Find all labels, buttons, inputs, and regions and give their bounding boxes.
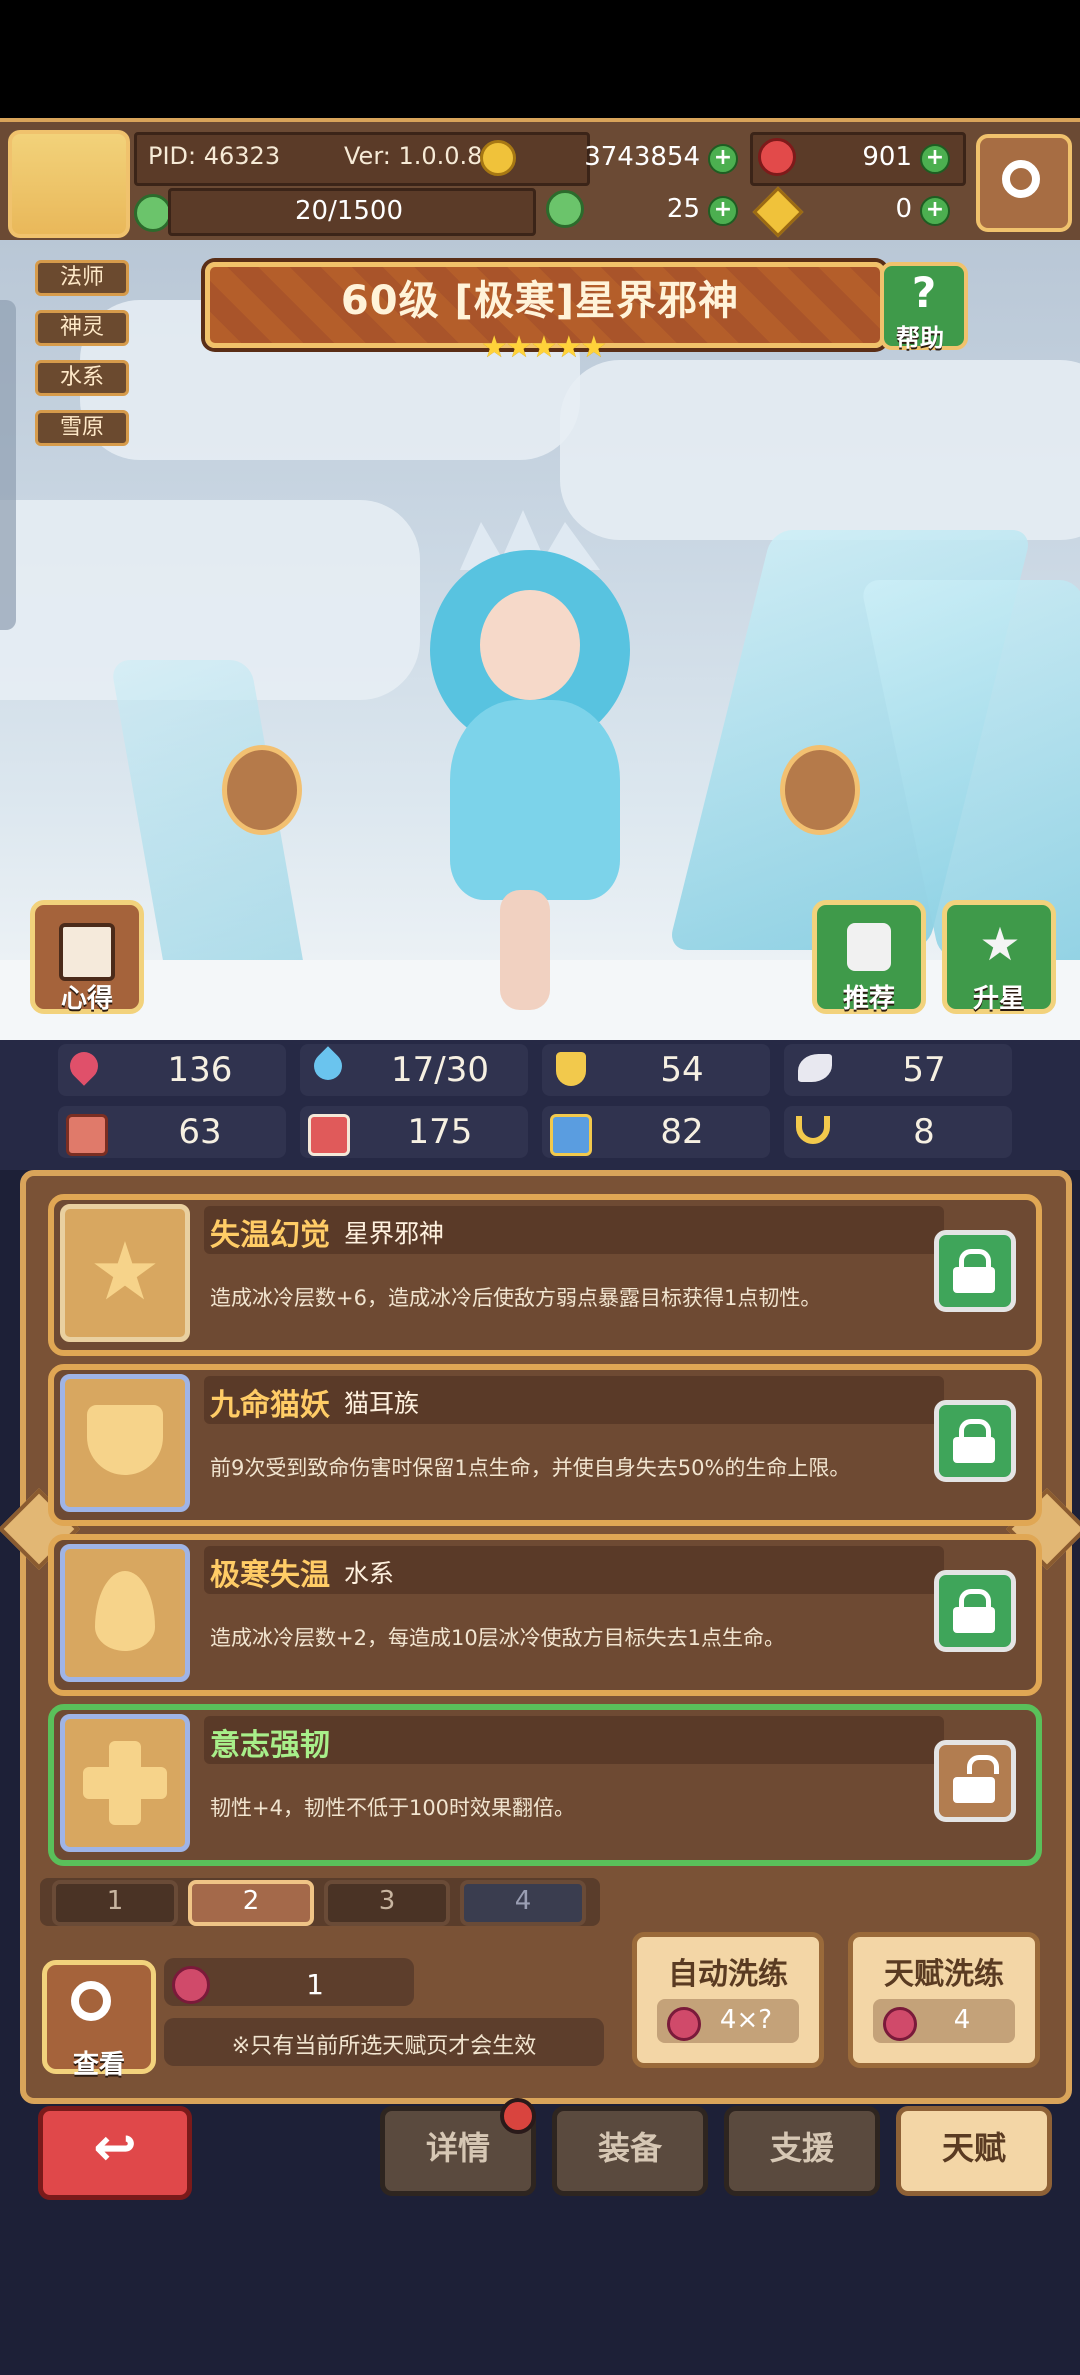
insight-label: 心得	[60, 984, 113, 1014]
tag-class: 法师	[35, 260, 129, 296]
page-tab-2[interactable]: 2	[188, 1880, 314, 1926]
star-icon: ★	[979, 917, 1021, 971]
boot-icon	[550, 1114, 592, 1156]
stat-mana: 17/30	[391, 1050, 489, 1090]
stat-speed: 57	[902, 1050, 946, 1090]
previous-hero-button[interactable]	[222, 745, 302, 835]
back-button[interactable]: ↩	[38, 2106, 192, 2200]
unlock-icon[interactable]	[934, 1740, 1016, 1822]
talent-type: 水系	[344, 1559, 395, 1588]
fruit-count: 1	[306, 1968, 324, 2001]
note-text: ※只有当前所选天赋页才会生效	[231, 2034, 537, 2059]
talent-card[interactable]: ★ 失温幻觉 星界邪神 造成冰冷层数+6，造成冰冷后使敌方弱点暴露目标获得1点韧…	[48, 1194, 1042, 1356]
talent-desc: 前9次受到致命伤害时保留1点生命，并使自身失去50%的生命上限。	[210, 1456, 851, 1480]
talent-name: 九命猫妖	[210, 1388, 330, 1423]
add-gem-button[interactable]: +	[920, 144, 950, 174]
gold-amount: 3743854	[584, 142, 700, 172]
flame-talent-icon	[60, 1544, 190, 1682]
scroll-icon	[59, 923, 115, 981]
stamina-value: 20/1500	[294, 196, 403, 226]
tag-race: 神灵	[35, 310, 129, 346]
talent-card[interactable]: 九命猫妖 猫耳族 前9次受到致命伤害时保留1点生命，并使自身失去50%的生命上限…	[48, 1364, 1042, 1526]
cross-talent-icon	[60, 1714, 190, 1852]
auto-train-button[interactable]: 自动洗练 4×?	[632, 1932, 824, 2068]
clover-amount: 25	[666, 194, 700, 224]
hero-title: 60级 [极寒]星界邪神	[340, 278, 740, 324]
lock-icon[interactable]	[934, 1400, 1016, 1482]
auto-train-cost: 4×?	[719, 2005, 773, 2035]
next-hero-button[interactable]	[780, 745, 860, 835]
talent-train-button[interactable]: 天赋洗练 4	[848, 1932, 1040, 2068]
talent-name: 意志强韧	[210, 1728, 330, 1763]
stat-attack: 63	[178, 1112, 222, 1152]
stat-magic: 175	[407, 1112, 473, 1152]
tag-terrain: 雪原	[35, 410, 129, 446]
fruit-icon	[883, 2007, 917, 2041]
version-label: Ver: 1.0.0.8	[344, 142, 483, 170]
back-arrow-icon: ↩	[93, 2118, 137, 2178]
nav-tab-talent[interactable]: 天赋	[896, 2106, 1052, 2196]
thumbs-up-icon	[847, 923, 891, 971]
stat-defense: 54	[660, 1050, 704, 1090]
fruit-icon	[172, 1966, 210, 2004]
talent-train-title: 天赋洗练	[884, 1957, 1004, 1992]
fist-icon	[66, 1114, 108, 1156]
nav-tab-support[interactable]: 支援	[724, 2106, 880, 2196]
tag-element: 水系	[35, 360, 129, 396]
view-label: 查看	[72, 2050, 125, 2080]
page-tab-1[interactable]: 1	[52, 1880, 178, 1926]
cat-talent-icon	[60, 1374, 190, 1512]
page-tab-4[interactable]: 4	[460, 1880, 586, 1926]
talent-type: 猫耳族	[344, 1389, 420, 1418]
fruit-icon	[667, 2007, 701, 2041]
stat-luck: 8	[913, 1112, 935, 1152]
upgrade-star-label: 升星	[972, 984, 1025, 1014]
lock-icon[interactable]	[934, 1570, 1016, 1652]
auto-train-title: 自动洗练	[668, 1957, 788, 1992]
add-clover-button[interactable]: +	[708, 196, 738, 226]
lock-icon[interactable]	[934, 1230, 1016, 1312]
talent-train-cost: 4	[953, 2005, 971, 2035]
status-bar-area	[0, 0, 1080, 118]
stat-hp: 136	[167, 1050, 233, 1090]
nav-tab-equipment[interactable]: 装备	[552, 2106, 708, 2196]
stamina-clover-icon	[134, 194, 172, 232]
talent-name: 失温幻觉	[210, 1218, 330, 1253]
avatar[interactable]	[8, 130, 130, 238]
talent-type: 星界邪神	[344, 1219, 445, 1248]
add-key-button[interactable]: +	[920, 196, 950, 226]
magnifier-icon	[71, 1981, 111, 2021]
talent-card-selected[interactable]: 意志强韧 韧性+4，韧性不低于100时效果翻倍。	[48, 1704, 1042, 1866]
clover-icon	[546, 190, 584, 228]
gear-icon	[1002, 160, 1040, 198]
stats-panel: 136 17/30 54 57 63 175 82 8	[0, 1040, 1080, 1170]
star-rating: ★★★★★	[480, 330, 607, 365]
page-tab-3[interactable]: 3	[324, 1880, 450, 1926]
question-icon: ?	[911, 268, 937, 317]
talent-desc: 造成冰冷层数+6，造成冰冷后使敌方弱点暴露目标获得1点韧性。	[210, 1286, 822, 1310]
resource-header: PID: 46323 Ver: 1.0.0.8 3743854 + 901 + …	[0, 118, 1080, 248]
recommend-label: 推荐	[842, 984, 895, 1014]
key-icon	[752, 186, 804, 238]
talent-card[interactable]: 极寒失温 水系 造成冰冷层数+2，每造成10层冰冷使敌方目标失去1点生命。	[48, 1534, 1042, 1696]
shield-icon	[556, 1052, 586, 1086]
notification-dot	[500, 2098, 536, 2134]
help-label: 帮助	[896, 324, 944, 352]
talent-desc: 造成冰冷层数+2，每造成10层冰冷使敌方目标失去1点生命。	[210, 1626, 786, 1650]
hero-character-sprite[interactable]	[390, 510, 690, 1010]
star-talent-icon: ★	[60, 1204, 190, 1342]
gem-amount: 901	[862, 142, 912, 172]
book-icon	[308, 1114, 350, 1156]
settings-button[interactable]	[976, 134, 1072, 232]
pid-label: PID: 46323	[148, 142, 281, 170]
key-amount: 0	[895, 194, 912, 224]
gold-coin-icon	[480, 140, 516, 176]
stat-agility: 82	[660, 1112, 704, 1152]
add-gold-button[interactable]: +	[708, 144, 738, 174]
talent-name: 极寒失温	[210, 1558, 330, 1593]
talent-desc: 韧性+4，韧性不低于100时效果翻倍。	[210, 1796, 576, 1820]
red-gem-icon	[758, 138, 796, 176]
